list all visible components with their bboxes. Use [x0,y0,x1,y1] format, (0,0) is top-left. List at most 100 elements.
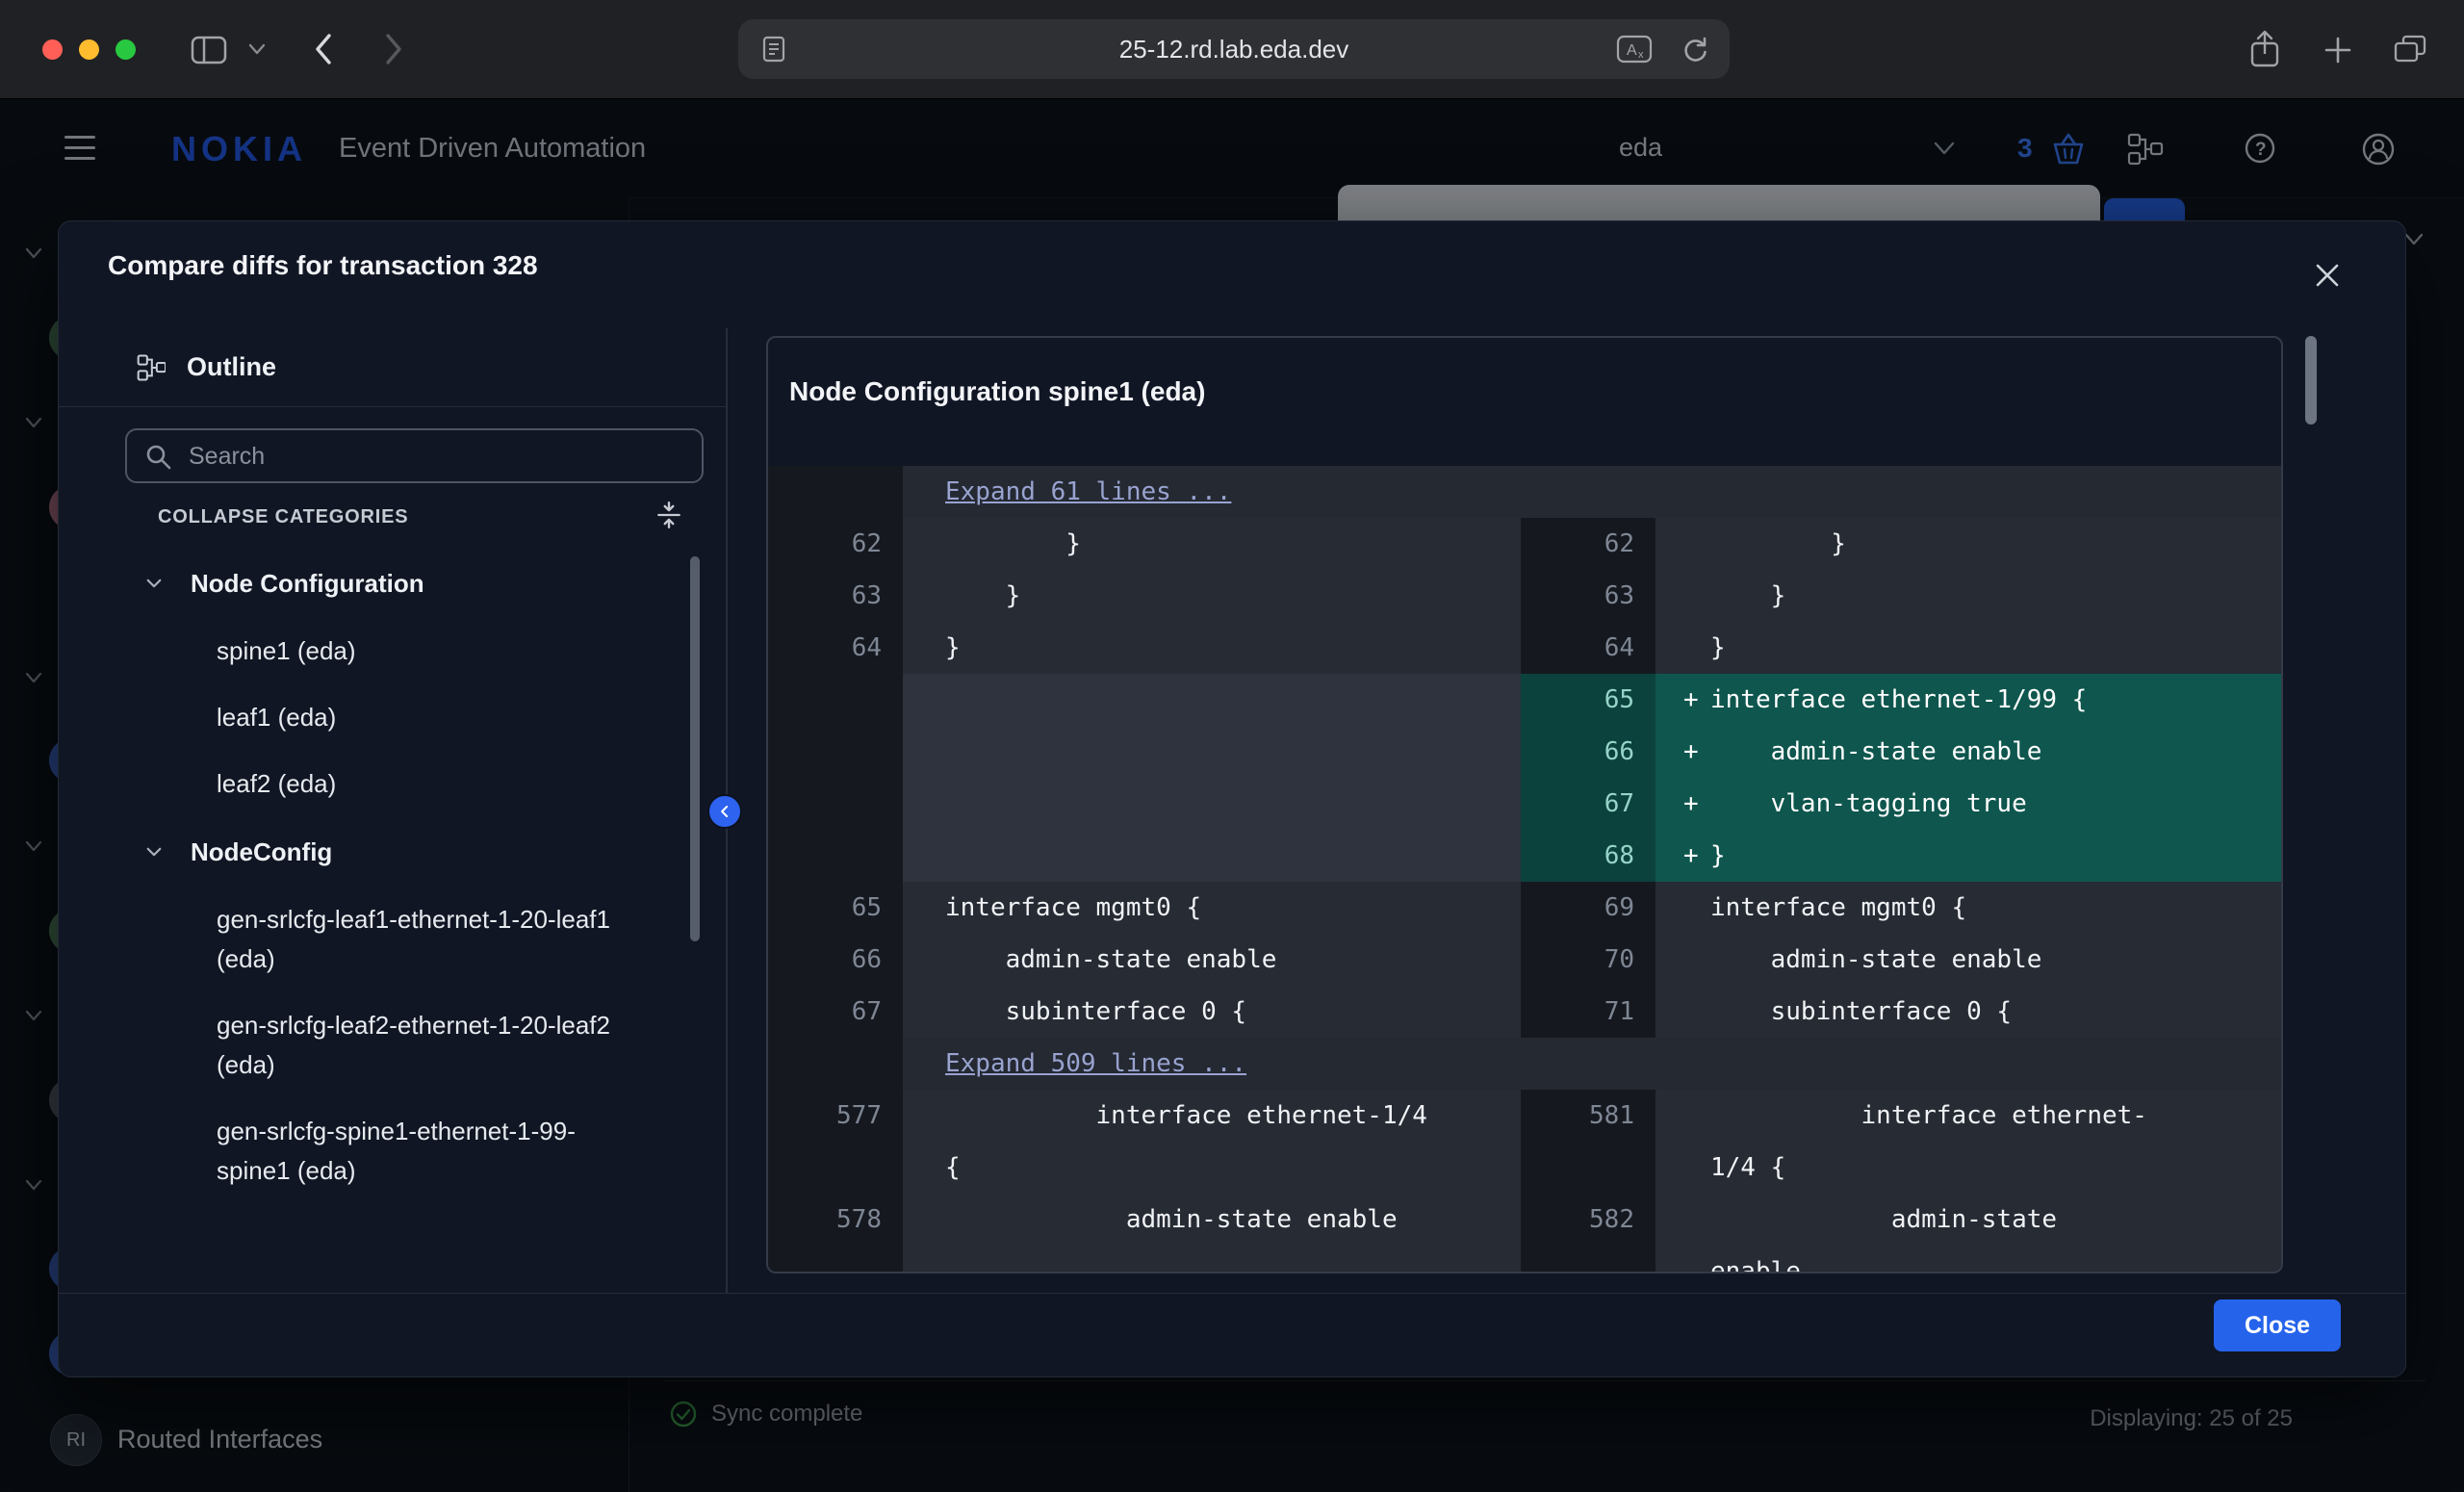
collapse-all-icon[interactable] [654,501,683,529]
diff-rows: Expand 61 lines ...62 }62 }63 }63 }64}64… [768,466,2281,1273]
diff-code-cell: admin-state enable [903,1194,1521,1273]
forward-button[interactable] [380,30,407,68]
collapse-categories-row[interactable]: COLLAPSE CATEGORIES [158,506,697,528]
tree-scrollbar[interactable] [690,556,700,941]
search-input[interactable] [187,432,691,481]
traffic-light-zoom[interactable] [116,39,136,60]
tree-category[interactable]: Node Configuration [125,549,683,618]
diff-row: 62 }62 } [768,518,2281,570]
diff-line-number [768,674,903,726]
diff-code-text: 1/4 { [1710,1153,1785,1182]
outline-header: Outline [137,352,276,382]
url-text[interactable]: 25-12.rd.lab.eda.dev [738,19,1730,79]
chevron-left-icon [715,802,734,821]
tree-item[interactable]: leaf2 (eda) [125,751,640,817]
diff-line-number: 64 [768,622,903,674]
tree-category-label: NodeConfig [191,837,332,867]
tab-group-chevron-icon[interactable] [248,42,266,56]
diff-expand-row: Expand 61 lines ... [768,466,2281,518]
diff-prefix: + [1683,726,1710,778]
diff-code-line: interface mgmt0 { [945,882,1521,934]
back-button[interactable] [310,30,337,68]
diff-code-cell: admin-state enable [903,934,1521,986]
compare-diffs-modal: Compare diffs for transaction 328 Outlin… [58,220,2406,1377]
diff-line-number: 66 [1521,726,1656,778]
diff-code-text: interface ethernet- [1710,1101,2147,1130]
diff-panel-title: Node Configuration spine1 (eda) [768,338,2281,466]
diff-code-cell [903,778,1521,830]
diff-line-number: 62 [1521,518,1656,570]
traffic-light-minimize[interactable] [79,39,99,60]
diff-code-cell [903,674,1521,726]
diff-code-cell: interface ethernet-1/4{ [903,1090,1521,1194]
diff-line-number: 71 [1521,986,1656,1038]
diff-line-number: 68 [1521,830,1656,882]
diff-row: 578 admin-state enable582 admin-stateena… [768,1194,2281,1273]
collapse-categories-label: COLLAPSE CATEGORIES [158,506,408,527]
share-icon[interactable] [2247,29,2282,69]
diff-row: 67 subinterface 0 {71 subinterface 0 { [768,986,2281,1038]
outline-tree: Node Configurationspine1 (eda)leaf1 (eda… [125,549,683,1204]
panel-collapse-button[interactable] [707,794,742,829]
diff-scrollbar[interactable] [2305,336,2317,424]
diff-code-cell: admin-state enable [1656,934,2281,986]
diff-gutter [768,466,903,518]
diff-row: 64}64} [768,622,2281,674]
tree-item[interactable]: spine1 (eda) [125,618,640,684]
diff-code-line: + admin-state enable [1683,726,2281,778]
diff-line-number: 64 [1521,622,1656,674]
diff-gutter [768,1038,903,1090]
tree-item[interactable]: gen-srlcfg-leaf2-ethernet-1-20-leaf2 (ed… [125,992,640,1098]
diff-prefix: + [1683,674,1710,726]
diff-row: 65interface mgmt0 {69interface mgmt0 { [768,882,2281,934]
tree-category[interactable]: NodeConfig [125,817,683,887]
diff-code-text: admin-state [1710,1205,2057,1234]
diff-code-cell: } [1656,570,2281,622]
tree-item-label: gen-srlcfg-spine1-ethernet-1-99-spine1 (… [217,1117,576,1185]
tabs-overview-icon[interactable] [2393,34,2427,64]
tree-item[interactable]: gen-srlcfg-spine1-ethernet-1-99-spine1 (… [125,1098,640,1204]
sidebar-toggle-icon[interactable] [191,36,227,64]
traffic-light-close[interactable] [42,39,63,60]
outline-label: Outline [187,352,276,382]
diff-code-line: enable [1683,1246,2281,1273]
tree-item[interactable]: gen-srlcfg-leaf1-ethernet-1-20-leaf1 (ed… [125,887,640,992]
diff-row: 66 admin-state enable70 admin-state enab… [768,934,2281,986]
new-tab-icon[interactable] [2323,36,2352,64]
modal-title: Compare diffs for transaction 328 [108,250,538,281]
tree-item-label: leaf2 (eda) [217,769,336,798]
outline-search[interactable] [125,428,704,483]
diff-line-number: 581 [1521,1090,1656,1194]
diff-code-cell: + admin-state enable [1656,726,2281,778]
search-icon [144,443,173,472]
diff-code-text: enable [1710,1257,1801,1273]
diff-code-cell: } [1656,518,2281,570]
diff-code-text: vlan-tagging true [1710,789,2027,818]
diff-row: 65+interface ethernet-1/99 { [768,674,2281,726]
translate-icon[interactable]: Ax [1616,35,1653,64]
diff-code-cell: + vlan-tagging true [1656,778,2281,830]
close-icon [2311,259,2344,292]
diff-row: 67+ vlan-tagging true [768,778,2281,830]
diff-code-line: admin-state enable [945,934,1521,986]
diff-code-cell: admin-state enable [1656,1194,2281,1273]
diff-code-text: } [1710,633,1726,662]
diff-line-number: 63 [768,570,903,622]
close-button[interactable]: Close [2214,1299,2341,1351]
diff-code-line: + vlan-tagging true [1683,778,2281,830]
diff-line-number: 577 [768,1090,903,1194]
tree-item[interactable]: leaf1 (eda) [125,684,640,751]
reload-icon[interactable] [1680,34,1710,64]
diff-row: 63 }63 } [768,570,2281,622]
diff-code-line: } [1683,622,2281,674]
diff-expand-row: Expand 509 lines ... [768,1038,2281,1090]
expand-lines-link[interactable]: Expand 61 lines ... [945,477,1231,506]
diff-code-text: } [1710,841,1726,870]
modal-close-button[interactable] [2311,256,2349,295]
diff-code-line: } [945,518,1521,570]
diff-code-line: +interface ethernet-1/99 { [1683,674,2281,726]
address-bar[interactable]: 25-12.rd.lab.eda.dev Ax [738,19,1730,79]
diff-code-text: subinterface 0 { [1710,997,2012,1026]
expand-lines-link[interactable]: Expand 509 lines ... [945,1049,1246,1078]
diff-code-cell: } [903,622,1521,674]
